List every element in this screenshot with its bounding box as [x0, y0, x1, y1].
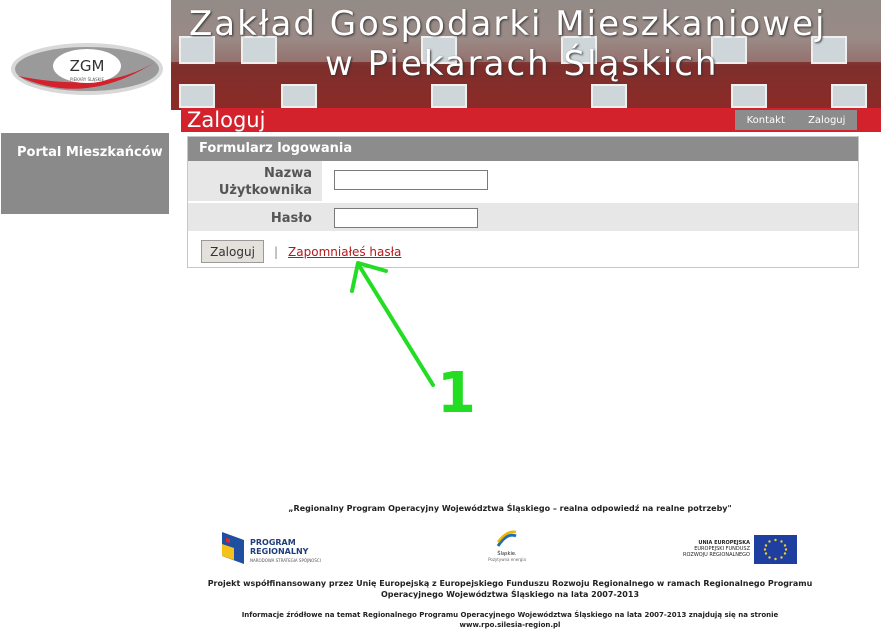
annotation-number: 1 — [437, 361, 476, 426]
sidebar: Portal Mieszkańców — [1, 133, 169, 214]
program-logo-line2: REGIONALNY — [250, 547, 309, 556]
slaskie-logo-icon — [496, 530, 517, 547]
site-title-line1: Zakład Gospodarki Mieszkaniowej — [189, 4, 827, 44]
nav-contact-link[interactable]: Kontakt — [747, 115, 785, 126]
svg-text:ZGM: ZGM — [70, 57, 105, 75]
footer-project-line1: Projekt współfinansowany przez Unię Euro… — [207, 579, 813, 588]
page-title-bar: Zaloguj Kontakt Zaloguj — [181, 108, 881, 132]
password-label: Hasło — [188, 203, 322, 231]
site-title: Zakład Gospodarki Mieszkaniowej w Piekar… — [189, 4, 826, 84]
footer-info-link[interactable]: www.rpo.silesia-region.pl — [200, 620, 820, 630]
actions-separator: | — [274, 244, 279, 259]
svg-text:PIEKARY ŚLĄSKIE: PIEKARY ŚLĄSKIE — [70, 77, 104, 82]
username-row: Nazwa Użytkownika — [188, 161, 858, 203]
program-regionalny-logo-icon — [222, 532, 244, 564]
login-form: Formularz logowania Nazwa Użytkownika Ha… — [187, 136, 859, 268]
footer-info-line1: Informacje źródłowe na temat Regionalneg… — [241, 611, 779, 619]
form-actions: Zaloguj | Zapomniałeś hasła — [188, 233, 858, 263]
top-nav: Kontakt Zaloguj — [735, 110, 857, 130]
footer-project-line2: Operacyjnego Województwa Śląskiego na la… — [380, 590, 640, 599]
password-row: Hasło — [188, 203, 858, 233]
eu-flag-icon — [754, 535, 797, 564]
site-title-line2: w Piekarach Śląskich — [325, 44, 719, 84]
username-input[interactable] — [334, 170, 488, 190]
annotation-arrow-icon — [350, 261, 435, 387]
nav-login-link[interactable]: Zaloguj — [808, 115, 845, 126]
header-banner: Zakład Gospodarki Mieszkaniowej w Piekar… — [171, 0, 881, 110]
footer-logos: PROGRAM REGIONALNY NARODOWA STRATEGIA SP… — [200, 528, 820, 568]
page-title: Zaloguj — [187, 108, 266, 132]
login-form-title: Formularz logowania — [188, 137, 858, 161]
slaskie-logo-line2: Pozytywna energia — [488, 557, 526, 562]
program-logo-line1: PROGRAM — [250, 538, 296, 547]
sidebar-item-portal[interactable]: Portal Mieszkańców — [1, 133, 169, 160]
eu-logo-line3: ROZWOJU REGIONALNEGO — [682, 552, 750, 558]
zgm-logo-icon: ZGM PIEKARY ŚLĄSKIE — [11, 43, 163, 95]
program-logo-line3: NARODOWA STRATEGIA SPÓJNOŚCI — [250, 558, 321, 563]
username-label: Nazwa Użytkownika — [188, 161, 322, 201]
zgm-logo[interactable]: ZGM PIEKARY ŚLĄSKIE — [0, 0, 171, 131]
password-input[interactable] — [334, 208, 478, 228]
footer-project-info: Projekt współfinansowany przez Unię Euro… — [200, 578, 820, 600]
footer-source-info: Informacje źródłowe na temat Regionalneg… — [200, 610, 820, 630]
footer-quote: „Regionalny Program Operacyjny Województ… — [288, 504, 732, 513]
login-button[interactable]: Zaloguj — [201, 240, 264, 263]
